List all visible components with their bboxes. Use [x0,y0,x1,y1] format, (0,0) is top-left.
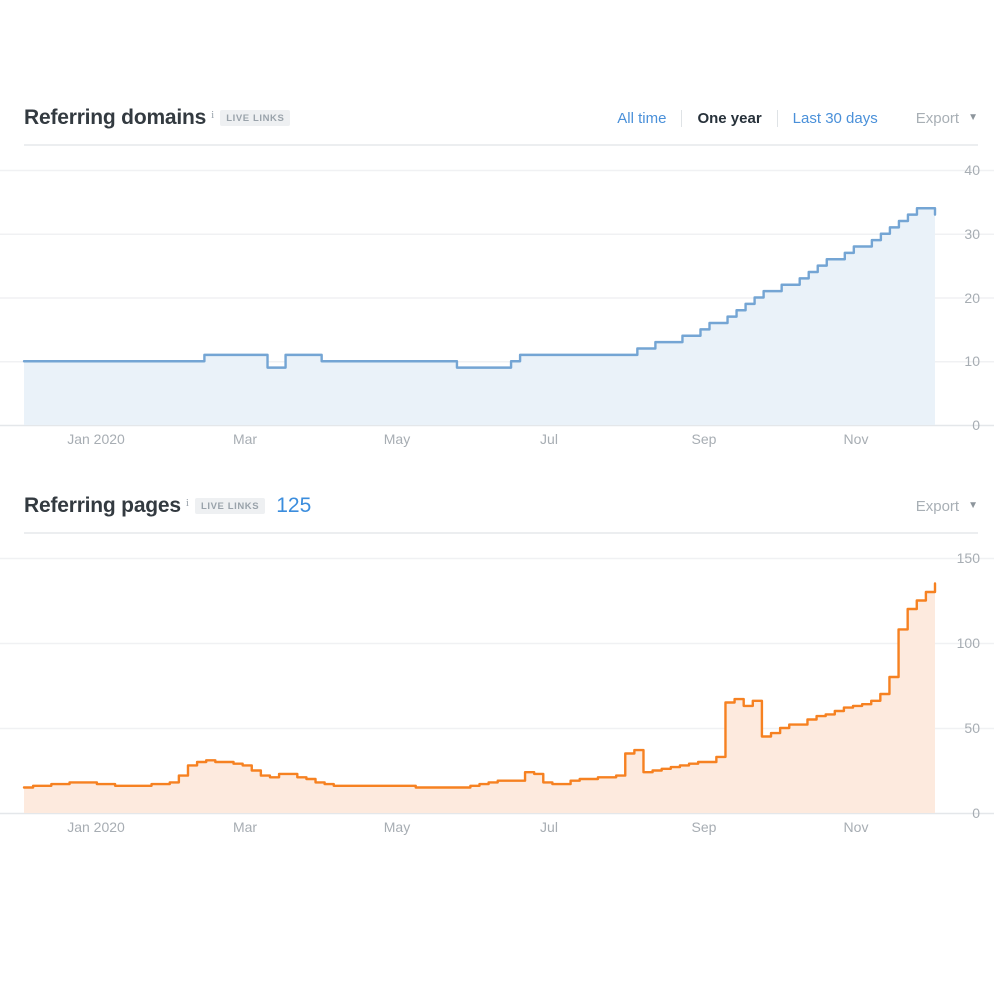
referring-pages-count: 125 [276,494,312,517]
referring-domains-chart[interactable]: 0 10 20 30 40 Jan 2020 Mar May Jul Sep Nov [0,148,1000,460]
referring-pages-chart[interactable]: 0 50 100 150 Jan 2020 Mar May Jul Sep Nov [0,536,1000,848]
x-axis-tick-label: Jul [540,431,558,447]
y-axis-tick-label: 40 [964,162,980,178]
y-axis-tick-label: 50 [964,720,980,736]
area-fill [24,208,935,425]
range-option-last-30-days[interactable]: Last 30 days [791,110,880,127]
referring-domains-header: Referring domains i Live links All time … [0,90,1000,146]
x-axis-tick-label: May [383,819,411,835]
title-group: Referring domains i Live links [24,106,291,130]
y-axis-tick-label: 20 [964,289,980,306]
date-range-selector: All time One year Last 30 days [615,109,880,127]
x-axis-tick-label: Nov [843,431,869,447]
y-axis-tick-label: 150 [956,550,980,566]
header-divider [24,532,978,534]
export-label: Export [915,497,960,515]
info-icon[interactable]: i [211,109,214,121]
x-axis-tick-label: Jan 2020 [67,819,125,835]
referring-pages-header: Referring pages i Live links 125 Export … [0,478,1000,534]
header-controls: All time One year Last 30 days Export ▼ [615,109,978,127]
live-links-badge: Live links [220,110,291,126]
info-icon[interactable]: i [186,497,189,509]
x-axis-tick-label: Nov [843,819,869,835]
y-axis-tick-label: 100 [956,635,980,651]
x-axis-tick-label: May [383,431,411,447]
export-button[interactable]: Export ▼ [916,498,978,515]
referring-domains-panel: Referring domains i Live links All time … [0,90,1000,460]
referring-pages-panel: Referring pages i Live links 125 Export … [0,478,1000,848]
referring-domains-plot [0,169,994,427]
y-axis-tick-label: 10 [964,353,980,370]
export-label: Export [915,109,960,127]
title-group: Referring pages i Live links 125 [24,494,311,518]
x-axis-tick-label: Sep [691,819,717,835]
chevron-down-icon: ▼ [968,112,978,123]
x-axis-tick-label: Jan 2020 [67,431,125,447]
x-axis-tick-label: Sep [691,431,717,447]
x-axis-labels-pages: Jan 2020 Mar May Jul Sep Nov [0,819,1000,847]
y-axis-labels-pages: 0 50 100 150 [948,536,994,848]
page-title: Referring pages [24,494,181,517]
range-divider [681,109,683,127]
page-title: Referring domains [24,106,207,129]
export-button[interactable]: Export ▼ [916,110,978,127]
x-axis-tick-label: Mar [232,431,258,447]
x-axis-tick-label: Jul [540,819,558,835]
header-divider [24,144,978,146]
x-axis-tick-label: Mar [232,819,258,835]
area-fill [24,583,935,813]
y-axis-labels-domains: 0 10 20 30 40 [948,148,994,460]
range-option-all-time[interactable]: All time [615,110,668,127]
referring-links-report: Referring domains i Live links All time … [0,0,1000,1000]
x-axis-labels-domains: Jan 2020 Mar May Jul Sep Nov [0,431,1000,459]
range-divider [776,109,778,127]
y-axis-tick-label: 30 [964,225,980,242]
header-controls: Export ▼ [880,498,978,515]
chevron-down-icon: ▼ [968,500,978,511]
live-links-badge: Live links [194,498,266,514]
referring-pages-plot [0,557,994,815]
range-option-one-year[interactable]: One year [695,110,763,127]
